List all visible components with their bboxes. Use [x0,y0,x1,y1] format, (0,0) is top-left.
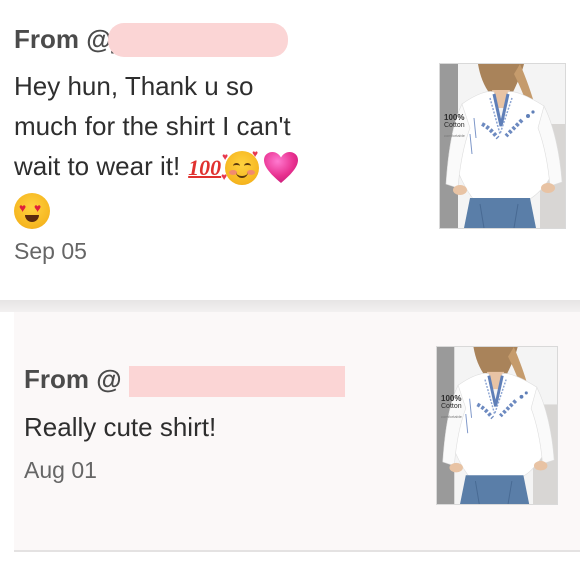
heart-eyes-emoji: ♥ ♥ [14,193,50,230]
section-divider [0,300,580,312]
redacted-username [129,366,345,397]
badge-subtitle: Cotton [444,122,465,129]
review-card: From @j Hey hun, Thank u so much for the… [0,0,580,300]
reviews-page: From @j Hey hun, Thank u so much for the… [0,0,580,580]
product-thumbnail[interactable]: 100% Cotton comfortable [439,63,566,229]
from-prefix: From @ [24,364,122,394]
review-message: Really cute shirt! [24,407,404,447]
badge-caption: comfortable [441,414,462,419]
badge-title: 100% [444,113,465,122]
from-prefix: From @ [14,24,112,54]
review-author[interactable]: From @ [24,364,122,395]
product-thumbnail[interactable]: 100% Cotton comfortable [436,346,558,505]
review-author[interactable]: From @j [14,24,119,55]
review-card: From @ Really cute shirt! Aug 01 100% Co… [14,312,580,552]
shirt-photo [440,64,565,228]
badge-caption: comfortable [444,133,465,138]
product-badge: 100% Cotton comfortable [441,395,462,421]
hundred-points-emoji: 100 [188,155,222,181]
review-text: Really cute shirt! [24,412,217,442]
pink-heart-emoji [263,151,299,185]
smiling-face-with-hearts-emoji: ♥ ♥ ♥ [221,149,260,186]
review-date: Sep 05 [14,238,87,264]
redacted-username [108,23,288,57]
badge-subtitle: Cotton [441,403,462,410]
badge-title: 100% [441,394,462,403]
shirt-photo [437,347,557,504]
review-message: Hey hun, Thank u so much for the shirt I… [14,66,414,230]
product-badge: 100% Cotton comfortable [444,114,465,140]
review-date: Aug 01 [24,457,97,483]
